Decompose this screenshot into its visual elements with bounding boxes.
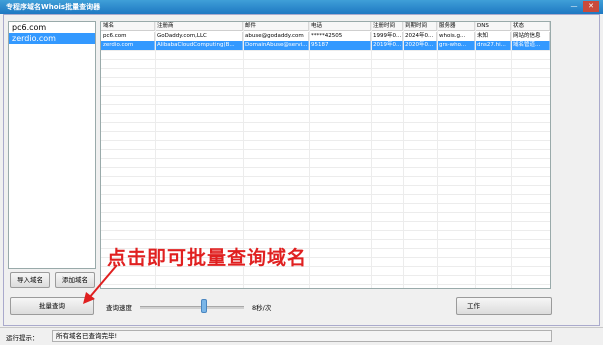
arrow-icon [83, 264, 118, 304]
column-header-domain[interactable]: 域名 [101, 22, 155, 31]
column-header-phone[interactable]: 电话 [309, 22, 371, 31]
grid-row-line [101, 59, 550, 60]
slider-thumb[interactable] [201, 299, 208, 313]
cell-registrar: AlibabaCloudComputing(B... [155, 41, 243, 50]
cell-email: DomainAbuse@servi... [245, 41, 309, 50]
table-row-selected[interactable]: zerdio.com AlibabaCloudComputing(B... Do… [101, 41, 550, 50]
grid-column-line [475, 22, 476, 288]
query-speed-value: 8秒/次 [252, 304, 272, 312]
table-header: 域名 注册商 邮件 电话 注册时间 到期时间 服务器 DNS 状态 [101, 22, 550, 31]
grid-row-line [101, 203, 550, 204]
cell-server: whois.g... [437, 32, 475, 41]
import-domains-button[interactable]: 导入域名 [10, 272, 50, 288]
cell-registrar: GoDaddy.com,LLC [155, 32, 243, 41]
status-label: 运行提示： [6, 334, 39, 342]
grid-row-line [101, 230, 550, 231]
work-button[interactable]: 工作 [456, 297, 552, 315]
cell-dns: 未知 [475, 32, 511, 41]
grid-row-line [101, 68, 550, 69]
close-icon[interactable]: ✕ [583, 1, 599, 12]
cell-expires: 2020年0... [403, 41, 437, 50]
status-bar: 运行提示： 所有域名已查询完毕! [0, 327, 603, 345]
column-header-server[interactable]: 服务器 [437, 22, 475, 31]
cell-dns: dns27.hi... [475, 41, 511, 50]
grid-column-line [550, 22, 551, 288]
cell-domain: pc6.com [101, 32, 155, 41]
domain-list-item[interactable]: pc6.com [9, 22, 95, 33]
cell-status: 网站的信息 [511, 32, 550, 41]
grid-row-line [101, 275, 550, 276]
cell-status: 域名管道... [511, 41, 550, 50]
grid-row-line [101, 167, 550, 168]
grid-row-line [101, 176, 550, 177]
cell-phone: 95187 [309, 41, 371, 50]
cell-server: grs-who... [437, 41, 475, 50]
grid-row-line [101, 212, 550, 213]
grid-row-line [101, 194, 550, 195]
grid-row-line [101, 77, 550, 78]
grid-column-line [309, 22, 310, 288]
minimize-icon[interactable]: — [569, 2, 579, 11]
grid-row-line [101, 185, 550, 186]
column-header-expires[interactable]: 到期时间 [403, 22, 437, 31]
grid-column-line [403, 22, 404, 288]
grid-column-line [437, 22, 438, 288]
cell-domain: zerdio.com [101, 41, 155, 50]
column-header-dns[interactable]: DNS [475, 22, 511, 31]
grid-row-line [101, 140, 550, 141]
column-header-status[interactable]: 状态 [511, 22, 550, 31]
grid-row-line [101, 284, 550, 285]
cell-registered: 2019年0... [373, 41, 403, 50]
cell-registered: 1999年0... [373, 32, 403, 41]
title-bar: 专程序域名Whois批量查询器 — ✕ [0, 0, 603, 14]
grid-row-line [101, 149, 550, 150]
grid-row-line [101, 122, 550, 123]
domain-list-item-selected[interactable]: zerdio.com [9, 33, 95, 44]
cell-email: abuse@godaddy.com [243, 32, 309, 41]
status-message: 所有域名已查询完毕! [52, 330, 552, 342]
grid-row-line [101, 50, 550, 51]
query-speed-slider[interactable] [140, 306, 244, 309]
annotation-text: 点击即可批量查询域名 [107, 247, 308, 269]
column-header-registered[interactable]: 注册时间 [371, 22, 403, 31]
column-header-email[interactable]: 邮件 [243, 22, 309, 31]
grid-row-line [101, 86, 550, 87]
domain-list[interactable]: pc6.com zerdio.com [8, 21, 96, 269]
grid-row-line [101, 239, 550, 240]
cell-phone: *****42505 [309, 32, 371, 41]
cell-expires: 2024年0... [403, 32, 437, 41]
table-row[interactable]: pc6.com GoDaddy.com,LLC abuse@godaddy.co… [101, 32, 550, 41]
grid-row-line [101, 131, 550, 132]
grid-row-line [101, 104, 550, 105]
grid-row-line [101, 158, 550, 159]
column-header-registrar[interactable]: 注册商 [155, 22, 243, 31]
grid-row-line [101, 221, 550, 222]
grid-column-line [371, 22, 372, 288]
grid-row-line [101, 95, 550, 96]
grid-column-line [511, 22, 512, 288]
window-title: 专程序域名Whois批量查询器 [6, 3, 101, 11]
grid-row-line [101, 113, 550, 114]
